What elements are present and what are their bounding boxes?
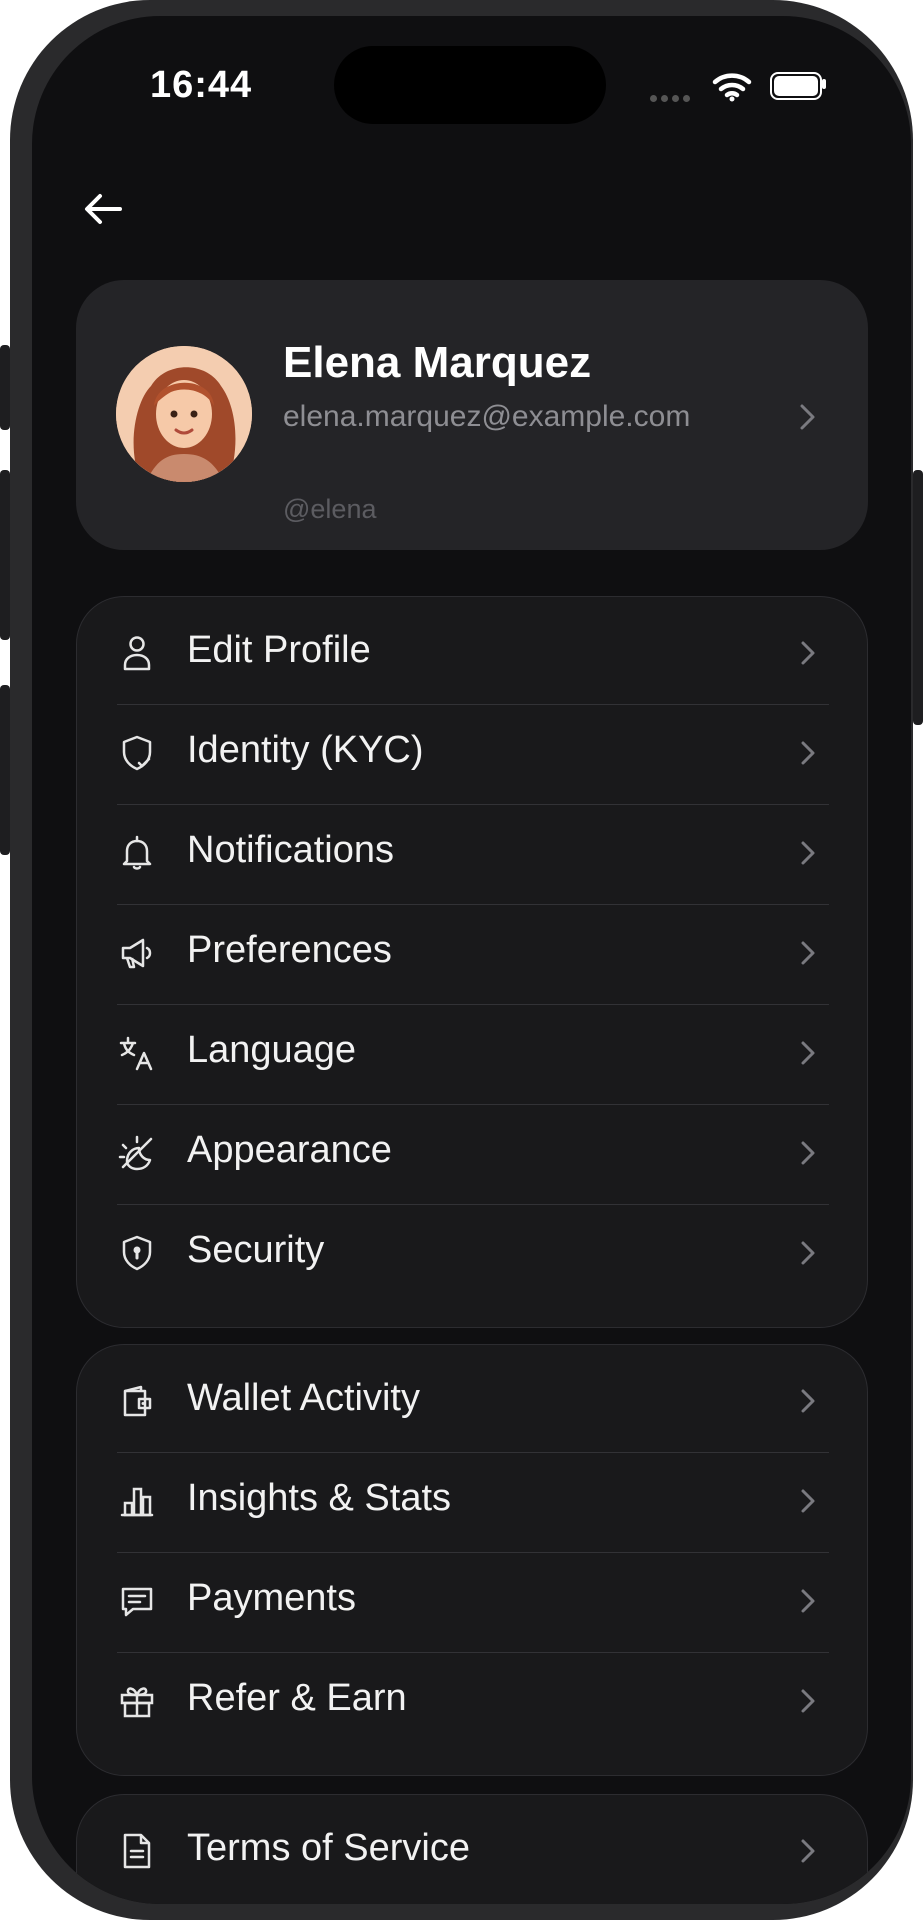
settings-group-account: Edit Profile Identity (KYC) Notification… xyxy=(76,596,868,1328)
mute-switch xyxy=(0,345,10,430)
menu-item-label: Edit Profile xyxy=(187,629,371,671)
menu-item-label: Language xyxy=(187,1029,357,1071)
chevron-right-icon xyxy=(801,741,815,765)
sun-moon-icon xyxy=(118,1135,153,1171)
settings-group-finance: Wallet Activity Insights & Stats Payment… xyxy=(76,1344,868,1776)
menu-item-language[interactable]: Language xyxy=(117,1003,829,1103)
back-arrow-icon[interactable] xyxy=(78,184,128,234)
menu-item-label: Refer & Earn xyxy=(187,1677,407,1719)
power-button xyxy=(913,470,923,725)
profile-card[interactable]: Elena Marquez elena.marquez@example.com … xyxy=(76,280,868,550)
menu-item-label: Security xyxy=(187,1229,325,1271)
volume-up-button xyxy=(0,470,10,640)
chevron-right-icon xyxy=(801,1389,815,1413)
chevron-right-icon xyxy=(801,1839,815,1863)
wallet-icon xyxy=(123,1385,152,1417)
profile-handle: @elena xyxy=(283,494,377,524)
bell-icon xyxy=(122,835,152,870)
profile-name: Elena Marquez xyxy=(283,338,592,387)
menu-item-wallet-activity[interactable]: Wallet Activity xyxy=(117,1351,829,1451)
menu-item-label: Notifications xyxy=(187,829,394,871)
menu-item-security[interactable]: Security xyxy=(117,1203,829,1303)
menu-item-label: Insights & Stats xyxy=(187,1477,452,1519)
battery-icon xyxy=(770,72,822,100)
chevron-right-icon xyxy=(801,841,815,865)
dynamic-island xyxy=(334,46,606,124)
menu-item-notifications[interactable]: Notifications xyxy=(117,803,829,903)
chevron-right-icon xyxy=(800,404,815,430)
menu-item-refer-earn[interactable]: Refer & Earn xyxy=(117,1651,829,1751)
battery-tip xyxy=(822,79,826,89)
status-time: 16:44 xyxy=(150,64,253,106)
volume-down-button xyxy=(0,685,10,855)
menu-item-payments[interactable]: Payments xyxy=(117,1551,829,1651)
user-icon xyxy=(123,636,151,671)
menu-item-terms-of-service[interactable]: Terms of Service xyxy=(117,1801,829,1901)
cellular-signal-icon xyxy=(650,95,690,102)
avatar xyxy=(116,346,252,482)
document-icon xyxy=(123,1833,151,1869)
menu-item-identity-kyc[interactable]: Identity (KYC) xyxy=(117,703,829,803)
profile-email: elena.marquez@example.com xyxy=(283,400,691,433)
status-bar: 16:44 xyxy=(32,16,911,166)
chevron-right-icon xyxy=(801,1689,815,1713)
menu-item-label: Identity (KYC) xyxy=(187,729,424,771)
gift-icon xyxy=(120,1687,154,1718)
phone-frame: 16:44 Elena Marquez elena.marquez@exampl… xyxy=(0,0,923,1920)
chevron-right-icon xyxy=(801,941,815,965)
settings-group-legal: Terms of Service xyxy=(76,1794,868,1904)
chevron-right-icon xyxy=(801,1589,815,1613)
chevron-right-icon xyxy=(801,1241,815,1265)
menu-item-label: Appearance xyxy=(187,1129,392,1171)
shield-check-icon xyxy=(122,735,152,771)
shield-lock-icon xyxy=(122,1235,152,1271)
menu-item-preferences[interactable]: Preferences xyxy=(117,903,829,1003)
chevron-right-icon xyxy=(801,1041,815,1065)
chevron-right-icon xyxy=(801,1141,815,1165)
bar-chart-icon xyxy=(120,1487,154,1517)
menu-item-edit-profile[interactable]: Edit Profile xyxy=(117,603,829,703)
megaphone-icon xyxy=(121,938,152,969)
menu-item-label: Preferences xyxy=(187,929,392,971)
wifi-icon xyxy=(712,73,752,102)
menu-item-label: Payments xyxy=(187,1577,356,1619)
menu-item-label: Wallet Activity xyxy=(187,1377,420,1419)
menu-item-label: Terms of Service xyxy=(187,1827,470,1869)
menu-item-appearance[interactable]: Appearance xyxy=(117,1103,829,1203)
screen: 16:44 Elena Marquez elena.marquez@exampl… xyxy=(32,16,911,1904)
menu-item-insights-stats[interactable]: Insights & Stats xyxy=(117,1451,829,1551)
chevron-right-icon xyxy=(801,1489,815,1513)
chevron-right-icon xyxy=(801,641,815,665)
translate-icon xyxy=(119,1036,153,1071)
message-icon xyxy=(121,1587,153,1617)
